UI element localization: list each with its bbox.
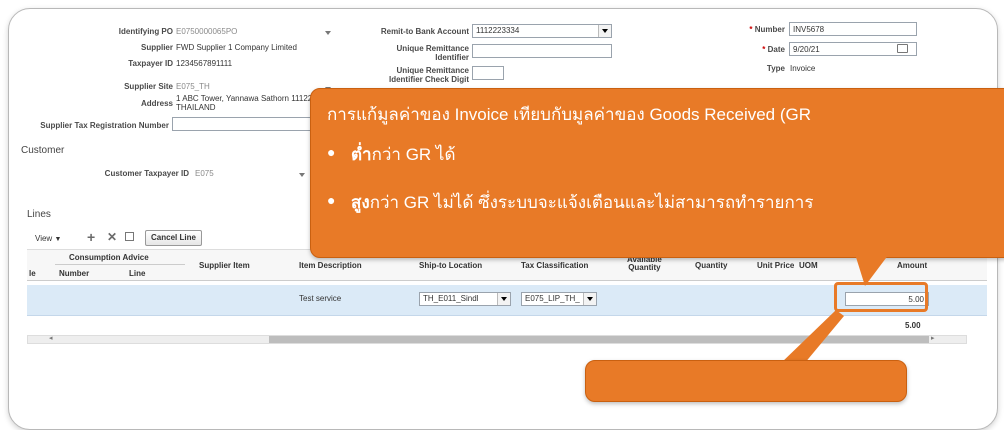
unique-remit-label: Unique Remittance Identifier xyxy=(359,44,469,62)
customer-taxpayer-value: E075 xyxy=(195,169,214,178)
identifying-po-value: E0750000065PO xyxy=(176,27,238,36)
unique-remit-input[interactable] xyxy=(472,44,612,58)
callout-bullet1-bold: ต่ำ xyxy=(351,145,372,164)
calendar-icon[interactable] xyxy=(897,44,908,53)
date-label-text: Date xyxy=(767,45,785,54)
callout-bullet2-rest: กว่า GR ไม่ได้ ซึ่งระบบจะแจ้งเตือนและไม่… xyxy=(369,193,814,212)
identifying-po-label: Identifying PO xyxy=(118,27,173,36)
customer-taxpayer-label: Customer Taxpayer ID xyxy=(104,169,189,178)
col-line: Line xyxy=(129,269,146,278)
callout-bullet1: ต่ำกว่า GR ได้ xyxy=(351,141,456,168)
number-label-text: Number xyxy=(754,25,785,34)
bullet-icon: ● xyxy=(327,192,336,208)
col-available-quantity: Available Quantity xyxy=(627,256,662,272)
chevron-down-icon[interactable] xyxy=(497,293,510,305)
callout-bullet1-rest: กว่า GR ได้ xyxy=(371,145,456,164)
header-divider xyxy=(55,264,185,265)
customer-section-title: Customer xyxy=(21,145,65,156)
col-consumption-advice: Consumption Advice xyxy=(69,253,149,262)
unique-remit-label-line1: Unique Remittance xyxy=(396,44,469,53)
add-icon[interactable]: + xyxy=(87,229,95,245)
supplier-site-value: E075_TH xyxy=(176,82,210,91)
unique-remit-cd-label-line1: Unique Remittance xyxy=(396,66,469,75)
row-tax-class-value: E075_LIP_TH_ xyxy=(525,294,580,303)
col-unit-price: Unit Price xyxy=(757,261,795,270)
type-label: Type xyxy=(766,64,785,73)
chevron-down-icon[interactable] xyxy=(583,293,596,305)
unique-remit-label-line2: Identifier xyxy=(435,53,469,62)
customer-taxpayer-dropdown-icon[interactable] xyxy=(299,173,305,177)
bullet-icon: ● xyxy=(327,144,336,160)
col-quantity: Quantity xyxy=(695,261,728,270)
delete-icon[interactable]: ✕ xyxy=(107,230,117,244)
callout-bottom xyxy=(585,360,907,402)
callout-title: การแก้มูลค่าของ Invoice เทียบกับมูลค่าขอ… xyxy=(327,105,812,124)
type-value: Invoice xyxy=(790,64,816,73)
col-number: Number xyxy=(59,269,90,278)
view-label: View xyxy=(35,234,53,243)
col-ship-to-location: Ship-to Location xyxy=(419,261,483,270)
view-menu[interactable]: View ▼ xyxy=(35,234,61,243)
callout-pointer-bottom xyxy=(780,310,844,364)
row-tax-class-select[interactable]: E075_LIP_TH_ xyxy=(521,292,597,306)
required-mark: * xyxy=(762,45,766,54)
address-line2: THAILAND xyxy=(176,103,216,112)
unique-remit-cd-label: Unique Remittance Identifier Check Digit xyxy=(359,66,469,84)
col-uom: UOM xyxy=(799,261,818,270)
taxpayer-id-label: Taxpayer ID xyxy=(128,59,173,68)
col-supplier-item: Supplier Item xyxy=(199,261,250,270)
row-ship-to-value: TH_E011_Sindl xyxy=(423,294,479,303)
lines-section-title: Lines xyxy=(27,209,51,220)
taxpayer-id-value: 1234567891111 xyxy=(176,59,233,68)
supplier-tax-reg-label: Supplier Tax Registration Number xyxy=(40,121,169,130)
supplier-site-label: Supplier Site xyxy=(124,82,173,91)
lines-total-amount: 5.00 xyxy=(905,321,921,330)
remit-bank-select[interactable]: 1112223334 xyxy=(472,24,612,38)
cancel-line-button[interactable]: Cancel Line xyxy=(145,230,202,246)
date-label: * Date xyxy=(699,45,785,54)
identifying-po-dropdown-icon[interactable] xyxy=(325,31,331,35)
col-tax-classification: Tax Classification xyxy=(521,261,589,270)
callout-bullet2-bold: สูง xyxy=(351,193,370,212)
supplier-value: FWD Supplier 1 Company Limited xyxy=(176,43,297,52)
remit-bank-value: 1112223334 xyxy=(476,26,520,35)
callout-invoice-vs-gr: การแก้มูลค่าของ Invoice เทียบกับมูลค่าขอ… xyxy=(310,88,1004,258)
row-ship-to-select[interactable]: TH_E011_Sindl xyxy=(419,292,511,306)
callout-pointer-top xyxy=(855,254,889,286)
scroll-right-icon[interactable]: ▸ xyxy=(931,334,935,342)
supplier-tax-reg-input[interactable] xyxy=(172,117,322,131)
remit-bank-label: Remit-to Bank Account xyxy=(380,27,469,36)
unique-remit-cd-label-line2: Identifier Check Digit xyxy=(388,75,469,84)
scroll-left-icon[interactable]: ◂ xyxy=(49,334,53,342)
row-item-description: Test service xyxy=(299,294,342,303)
detach-table-icon[interactable] xyxy=(125,232,134,241)
col-available-quantity-line2: Quantity xyxy=(628,263,661,272)
number-label: * Number xyxy=(699,25,785,34)
chevron-down-icon[interactable] xyxy=(598,25,611,37)
col-line-partial: le xyxy=(29,269,36,278)
required-mark: * xyxy=(749,25,753,34)
unique-remit-cd-input[interactable] xyxy=(472,66,504,80)
number-input[interactable]: INV5678 xyxy=(789,22,917,36)
col-item-description: Item Description xyxy=(299,261,362,270)
callout-bullet2: สูงกว่า GR ไม่ได้ ซึ่งระบบจะแจ้งเตือนและ… xyxy=(351,189,813,216)
supplier-label: Supplier xyxy=(140,43,173,52)
address-label: Address xyxy=(140,99,173,108)
address-line1: 1 ABC Tower, Yannawa Sathorn 11122 xyxy=(176,94,313,103)
chevron-down-icon: ▼ xyxy=(54,236,62,243)
